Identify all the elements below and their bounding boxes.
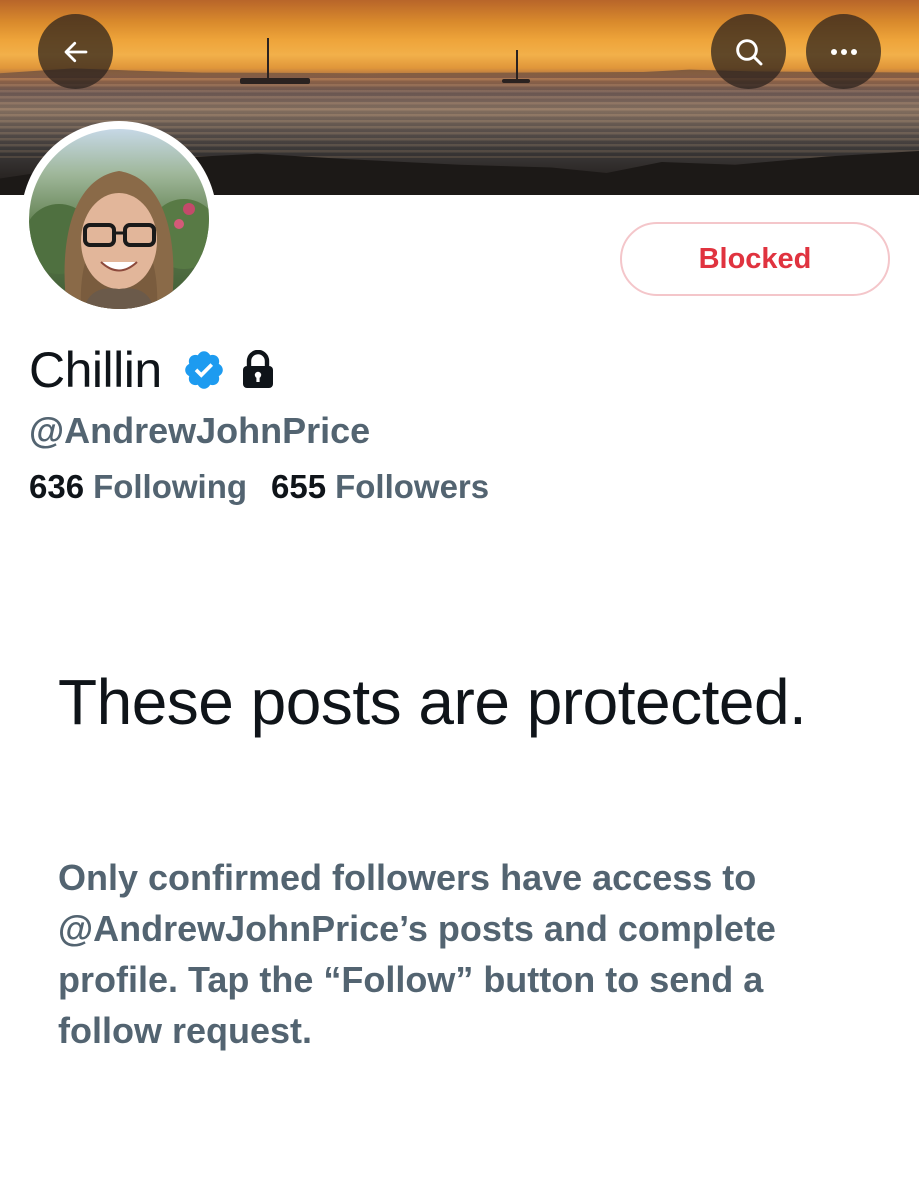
verified-badge-icon[interactable] bbox=[182, 348, 226, 392]
followers-label: Followers bbox=[335, 468, 490, 505]
search-icon bbox=[733, 36, 765, 68]
blocked-button-label: Blocked bbox=[698, 242, 812, 275]
following-count: 636 bbox=[29, 468, 85, 505]
follow-stats: 636 Following 655 Followers bbox=[29, 468, 489, 506]
sailboat-mast bbox=[516, 50, 518, 80]
search-button[interactable] bbox=[711, 14, 786, 89]
followers-stat[interactable]: 655 Followers bbox=[271, 468, 489, 506]
sailboat-mast bbox=[267, 38, 269, 78]
avatar-photo bbox=[29, 129, 209, 309]
display-name-row: Chillin bbox=[29, 340, 276, 400]
user-handle: @AndrewJohnPrice bbox=[29, 410, 371, 451]
more-button[interactable] bbox=[806, 14, 881, 89]
sailboat-hull bbox=[502, 79, 530, 83]
back-button[interactable] bbox=[38, 14, 113, 89]
protected-description: Only confirmed followers have access to … bbox=[58, 857, 776, 1051]
protected-title: These posts are protected. bbox=[58, 666, 807, 738]
display-name: Chillin bbox=[29, 342, 162, 398]
sailboat-hull bbox=[240, 78, 310, 84]
following-label: Following bbox=[93, 468, 248, 505]
lock-icon bbox=[240, 350, 276, 390]
followers-count: 655 bbox=[271, 468, 327, 505]
avatar[interactable] bbox=[21, 121, 217, 317]
following-stat[interactable]: 636 Following bbox=[29, 468, 247, 506]
blocked-button[interactable]: Blocked bbox=[620, 222, 890, 296]
arrow-left-icon bbox=[61, 37, 91, 67]
more-horizontal-icon bbox=[829, 47, 859, 57]
